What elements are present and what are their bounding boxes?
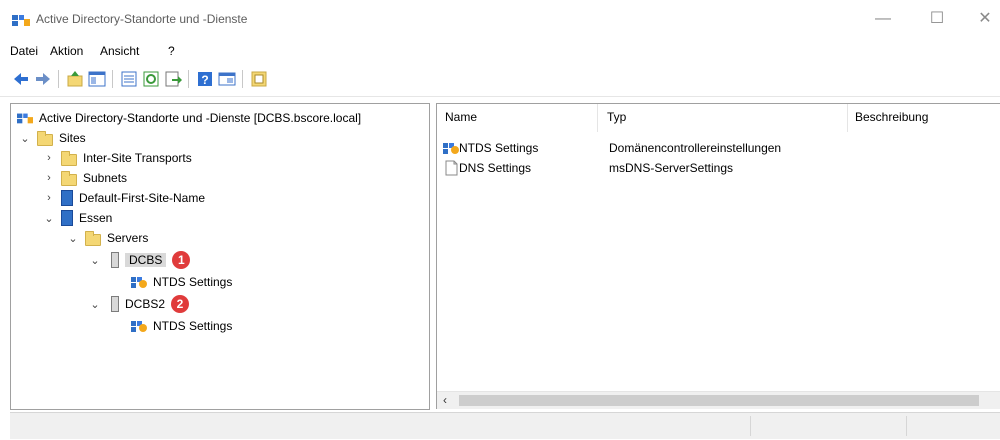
back-arrow-icon[interactable] [12,70,30,88]
column-divider[interactable] [597,104,598,132]
tree-node-subnets[interactable]: › Subnets [43,168,127,188]
tree-label-dcbs: DCBS [125,253,167,267]
chevron-down-icon[interactable]: ⌄ [89,298,101,311]
window-title: Active Directory-Standorte und -Dienste [36,12,248,26]
list-cell-name: NTDS Settings [459,141,539,155]
folder-icon [85,231,101,246]
tree-label-default-site: Default-First-Site-Name [79,191,206,205]
tree-label-sites: Sites [59,131,86,145]
menu-help[interactable]: ? [168,44,175,58]
chevron-down-icon[interactable]: ⌄ [43,212,55,225]
chevron-right-icon[interactable]: › [43,192,55,204]
chevron-down-icon[interactable]: ⌄ [89,254,101,267]
tree-label-dcbs2-ntds: NTDS Settings [153,319,233,333]
svg-text:?: ? [201,73,208,87]
tree-label-inter-site: Inter-Site Transports [83,151,192,165]
tree-node-default-site[interactable]: › Default-First-Site-Name [43,188,205,208]
chevron-down-icon[interactable]: ⌄ [67,232,79,245]
document-icon [445,160,458,176]
status-bar [10,412,1000,439]
site-icon [61,210,73,226]
ad-sites-app-icon [12,15,30,26]
menu-datei[interactable]: Datei [10,44,38,58]
tree-pane: Active Directory-Standorte und -Dienste … [10,103,430,410]
help-icon[interactable]: ? [196,70,214,88]
tree-label-subnets: Subnets [83,171,128,185]
toolbar-separator [188,70,189,88]
ntds-settings-icon [131,277,147,288]
scroll-left-arrow-icon[interactable]: ‹ [443,393,447,407]
tree-node-dcbs-ntds[interactable]: NTDS Settings [131,272,232,292]
tree-node-servers[interactable]: ⌄ Servers [67,228,148,248]
tree-label-dcbs-ntds: NTDS Settings [153,275,233,289]
tree-label-essen: Essen [79,211,113,225]
forward-arrow-icon[interactable] [34,70,52,88]
tree-label-dcbs2: DCBS2 [125,297,166,311]
show-tree-icon[interactable] [88,70,106,88]
column-header-name[interactable]: Name [445,110,477,124]
tree-node-inter-site[interactable]: › Inter-Site Transports [43,148,192,168]
menu-ansicht[interactable]: Ansicht [100,44,139,58]
callout-badge-1: 1 [172,251,191,269]
refresh-icon[interactable] [142,70,160,88]
title-bar: Active Directory-Standorte und -Dienste … [0,0,1000,40]
new-object-icon[interactable] [250,70,268,88]
list-cell-name: DNS Settings [459,161,532,175]
up-folder-icon[interactable] [66,70,84,88]
list-pane: Name Typ Beschreibung NTDS Settings Domä… [436,103,1000,409]
server-icon [111,252,119,268]
list-row[interactable]: DNS Settings msDNS-ServerSettings [443,158,733,178]
list-cell-type: msDNS-ServerSettings [609,161,734,175]
list-row[interactable]: NTDS Settings Domänencontrollereinstellu… [443,138,781,158]
ad-sites-icon [17,113,33,124]
menu-bar: Datei Aktion Ansicht ? [0,40,1000,62]
chevron-right-icon[interactable]: › [43,152,55,164]
column-header-type[interactable]: Typ [607,110,626,124]
folder-icon [61,171,77,186]
properties-icon[interactable] [120,70,138,88]
maximize-button[interactable]: ☐ [922,6,952,32]
server-icon [111,296,119,312]
status-divider [906,416,907,436]
tree-node-essen[interactable]: ⌄ Essen [43,208,112,228]
status-divider [750,416,751,436]
tree-node-dcbs2-ntds[interactable]: NTDS Settings [131,316,232,336]
tree-node-dcbs[interactable]: ⌄ DCBS 1 [89,250,191,270]
toolbar-separator [242,70,243,88]
tree-node-sites[interactable]: ⌄ Sites [19,128,86,148]
toolbar: ? [0,62,1000,97]
tree-root[interactable]: Active Directory-Standorte und -Dienste … [17,108,361,128]
menu-aktion[interactable]: Aktion [50,44,83,58]
callout-badge-2: 2 [171,295,190,313]
column-header-description[interactable]: Beschreibung [855,110,928,124]
list-cell-type: Domänencontrollereinstellungen [609,141,782,155]
close-button[interactable]: ✕ [970,6,1000,32]
ntds-settings-icon [131,321,147,332]
minimize-button[interactable]: — [868,6,898,32]
folder-icon [61,151,77,166]
export-icon[interactable] [164,70,182,88]
folder-icon [37,131,53,146]
scrollbar-thumb[interactable] [459,395,979,406]
tree-node-dcbs2[interactable]: ⌄ DCBS2 2 [89,294,190,314]
console-icon[interactable] [218,70,236,88]
tree-label-servers: Servers [107,231,149,245]
chevron-down-icon[interactable]: ⌄ [19,132,31,145]
chevron-right-icon[interactable]: › [43,172,55,184]
toolbar-separator [112,70,113,88]
column-divider[interactable] [847,104,848,132]
site-icon [61,190,73,206]
toolbar-separator [58,70,59,88]
horizontal-scrollbar[interactable]: ‹ [437,391,1000,409]
tree-root-label: Active Directory-Standorte und -Dienste … [39,111,362,125]
ntds-settings-icon [443,143,459,154]
